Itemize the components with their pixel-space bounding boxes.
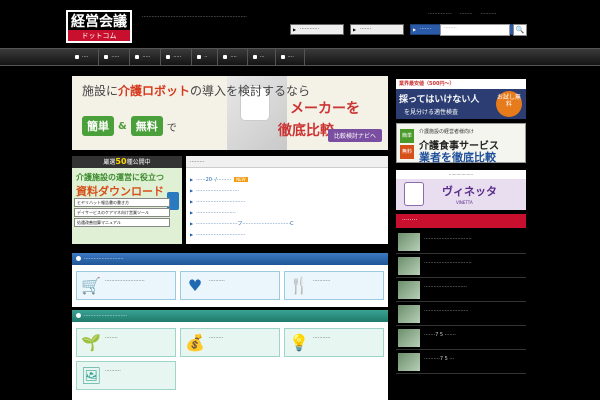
sidebar-list: ······························ ·········… [396,230,526,374]
search-icon[interactable]: 🔍 [513,24,527,36]
free-trial-badge: お試し無料 [496,91,522,117]
nav-item[interactable]: ···· [276,49,305,65]
sidebar-article[interactable]: ··························· [396,278,526,302]
site-header: 経営会議 ドットコム ·····························… [0,0,600,48]
cart-icon: 🛒 [81,276,101,295]
aptitude-test-ad[interactable]: 業界最安値（500円〜） 採ってはいけない人 を見分ける適性検査 お試し無料 [396,79,526,119]
category-card[interactable]: 💰 ········· [180,328,280,357]
sidebar-heading: ········ [396,214,526,228]
news-head: ········· [186,156,388,168]
category-card[interactable]: 🖼 ·········· [76,361,176,390]
header-button-1[interactable]: ············ [290,24,344,35]
site-tagline: ········································… [142,14,247,20]
nav-item[interactable]: ···· [70,49,100,65]
news-item[interactable]: ··························· [190,185,384,196]
category-card[interactable]: 💡 ··········· [284,328,384,357]
sprout-icon: 🌱 [81,333,101,352]
panel-head: ························· [72,253,388,265]
article-thumbnail [398,257,420,275]
nav-item[interactable]: ····· [161,49,193,65]
robot-banner[interactable]: 施設に介護ロボットの導入を検討するなら 簡単 & 無料 で メーカーを 徹底比較… [72,76,388,150]
top-link[interactable]: ·········· [481,11,497,17]
article-thumbnail [398,353,420,371]
site-logo[interactable]: 経営会議 ドットコム [66,10,132,46]
logo-top-text: 経営会議 [66,10,132,30]
category-card[interactable]: 🌱 ········ [76,328,176,357]
category-card[interactable]: ♥ ·········· [180,271,280,300]
nav-item[interactable]: ···· [218,49,248,65]
sidebar-article[interactable]: ··········7 5 ··· [396,350,526,374]
service-panel-blue: ························· 🛒 ············… [72,253,388,307]
vinetta-ad[interactable]: ··················· ヴィネッタ VINETTA [396,170,526,210]
news-box: ········· ······20··/·········NEW ······… [186,156,388,244]
banner-compare: 徹底比較 [278,123,334,139]
article-thumbnail [398,305,420,323]
category-card[interactable]: 🍴 ··········· [284,271,384,300]
banner-maker: メーカーを [290,101,360,117]
new-badge: NEW [234,177,248,182]
download-item[interactable]: 処遇改善加算マニュアル [74,218,170,227]
care-hands-icon: ♥ [187,276,203,295]
news-item[interactable]: ······························· [190,196,384,207]
download-banner[interactable]: 厳選50種公開中 介護施設の運営に役立つ 資料ダウンロード ヒヤリハット報告書の… [72,156,182,244]
meal-service-ad[interactable]: 簡単 無料 介護施設の経営者様向け 介護食事サービス 業者を徹底比較 [396,123,526,164]
nav-item[interactable]: ·· [192,49,219,65]
download-item[interactable]: デイサービスのケアマネ向け営業ツール [74,208,170,217]
header-button-2[interactable]: ······· [350,24,404,35]
sidebar-article[interactable]: ······························ [396,230,526,254]
news-item[interactable]: ······20··/·········NEW [190,174,384,185]
nav-item[interactable]: ····· [99,49,131,65]
panel-head: ··························· [72,310,388,322]
download-head: 厳選50種公開中 [72,156,182,168]
lightbulb-icon: 💡 [289,333,309,352]
product-can [404,182,424,206]
search-input[interactable]: ········ [440,24,510,36]
nav-item[interactable]: ··· [248,49,276,65]
article-thumbnail [398,233,420,251]
top-link[interactable]: ··············· [428,11,452,17]
top-links: ··············· ········ ·········· [428,11,496,17]
nav-item[interactable]: ····· [130,49,162,65]
download-item[interactable]: ヒヤリハット報告書の書き方 [74,198,170,207]
sidebar-article[interactable]: ···························· [396,302,526,326]
article-thumbnail [398,329,420,347]
top-link[interactable]: ········ [460,11,473,17]
news-item[interactable]: ······························· [190,229,384,240]
banner-title: 施設に介護ロボットの導入を検討するなら [82,84,311,98]
download-title-2: 資料ダウンロード [76,185,164,198]
article-thumbnail [398,281,420,299]
sidebar-article[interactable]: ·······7 5 ······· [396,326,526,350]
download-title-1: 介護施設の運営に役立つ [76,173,164,182]
news-item[interactable]: ························· [190,207,384,218]
global-nav: ···· ····· ····· ····· ·· ···· ··· ···· [0,48,600,66]
photo-icon: 🖼 [81,366,102,385]
money-bag-icon: 💰 [185,333,205,352]
banner-pills: 簡単 & 無料 で [82,116,177,136]
service-panel-green: ··························· 🌱 ········ 💰… [72,310,388,400]
news-item[interactable]: ··························フ·············… [190,218,384,229]
sidebar-article[interactable]: ······························ [396,254,526,278]
category-card[interactable]: 🛒 ························· [76,271,176,300]
fork-knife-icon: 🍴 [289,276,309,295]
banner-navi-button[interactable]: 比較検討ナビへ [327,129,382,142]
